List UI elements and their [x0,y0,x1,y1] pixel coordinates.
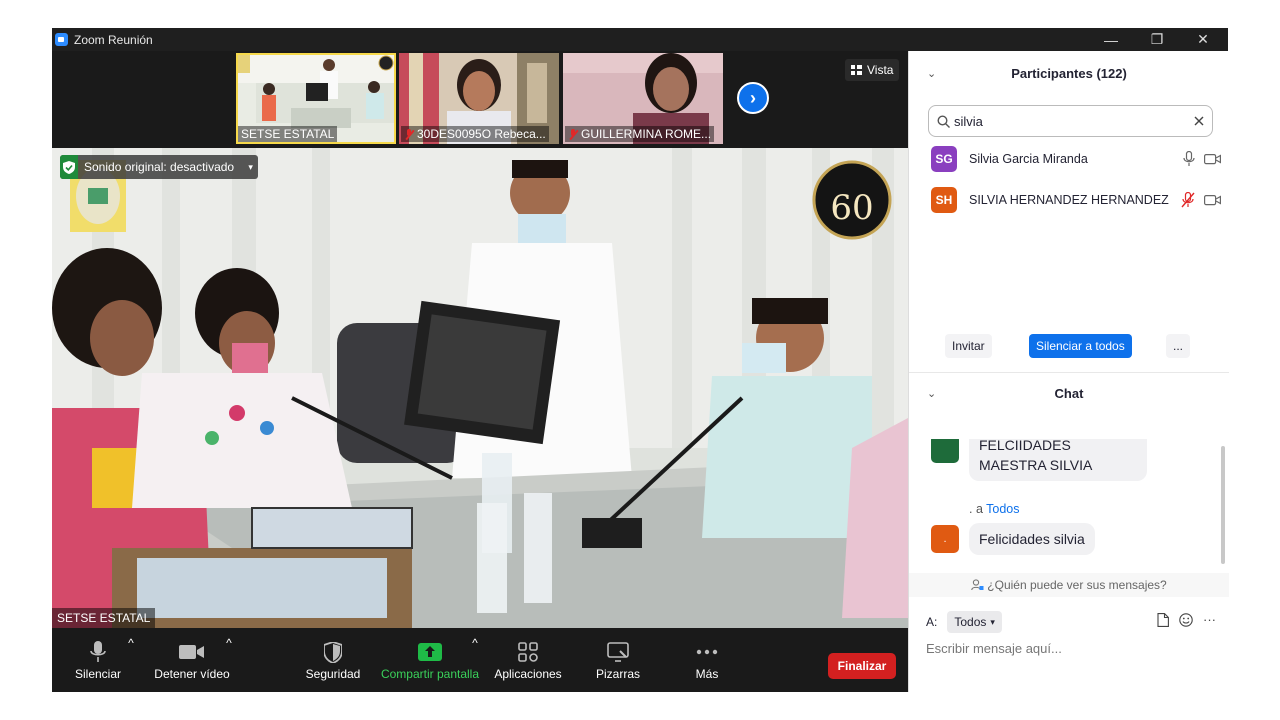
recipient-dropdown[interactable]: Todos ▾ [947,611,1002,633]
participant-name: SILVIA HERNANDEZ HERNANDEZ [969,193,1169,207]
original-sound-indicator[interactable]: Sonido original: desactivado ▾ [60,155,259,179]
mute-button[interactable]: Silenciar [72,628,124,692]
more-dots-icon[interactable]: ··· [1203,612,1216,627]
share-screen-button[interactable]: Compartir pantalla [378,628,482,692]
chat-message: Felicidades silvia [969,523,1095,555]
video-options-caret[interactable]: ^ [223,628,235,658]
chat-message-input[interactable]: Escribir mensaje aquí... [926,641,1062,656]
title-bar: Zoom Reunión — ❐ ✕ [52,28,1228,51]
emoji-icon[interactable] [1179,612,1193,627]
video-thumbnail[interactable]: 30DES0095O Rebeca... [399,53,559,144]
participants-header: ⌄ Participantes (122) [909,55,1229,91]
divider [909,372,1229,373]
avatar: SH [931,187,957,213]
microphone-icon [90,639,106,665]
chat-message: FELCIIDADES MAESTRA SILVIA [969,439,1147,481]
anniversary-badge: 60 [830,188,874,228]
chevron-down-icon[interactable]: ⌄ [927,387,936,400]
avatar: SG [931,146,957,172]
speaker-name-label: SETSE ESTATAL [52,608,156,628]
shield-check-icon [60,155,78,179]
chevron-down-icon: ▾ [990,616,995,627]
meeting-room-image [52,148,908,628]
chevron-right-icon: › [750,87,756,108]
avatar: . [931,525,959,553]
more-dots-icon [696,639,718,665]
apps-icon [518,639,538,665]
video-camera-icon[interactable] [1204,153,1221,165]
view-button[interactable]: Vista [845,59,900,81]
thumbnail-label: SETSE ESTATAL [238,126,338,142]
thumbnail-label: 30DES0095O Rebeca... [401,126,549,142]
zoom-app-icon [55,33,68,46]
chat-messages: FELCIIDADES MAESTRA SILVIA . a Todos . F… [909,439,1229,569]
shield-icon [324,639,342,665]
video-camera-icon [179,639,205,665]
security-button[interactable]: Seguridad [302,628,364,692]
microphone-muted-icon[interactable] [1181,192,1195,208]
close-button[interactable]: ✕ [1180,28,1226,51]
share-screen-icon [418,639,442,665]
side-panel: ⌄ Participantes (122) silvia SG Silvia G… [908,51,1229,692]
share-options-caret[interactable]: ^ [469,628,481,658]
clear-search-icon[interactable] [1194,116,1204,126]
zoom-window: Zoom Reunión — ❐ ✕ SETSE ESTATAL 30DES00… [52,28,1229,692]
chevron-down-icon[interactable]: ⌄ [927,67,936,80]
mute-options-caret[interactable]: ^ [125,628,137,658]
participant-name: Silvia Garcia Miranda [969,152,1088,166]
who-can-see-messages[interactable]: ¿Quién puede ver sus mensajes? [909,573,1229,597]
recipient-link[interactable]: Todos [986,502,1019,516]
end-meeting-button[interactable]: Finalizar [828,653,896,679]
grid-icon [851,65,862,75]
search-icon [937,114,950,128]
person-lock-icon [971,579,984,591]
participant-row[interactable]: SG Silvia Garcia Miranda [931,144,1221,174]
whiteboards-button[interactable]: Pizarras [590,628,646,692]
video-thumbnail[interactable]: SETSE ESTATAL [236,53,396,144]
chat-header: ⌄ Chat [909,375,1229,411]
mic-muted-icon [568,128,578,140]
participant-row[interactable]: SH SILVIA HERNANDEZ HERNANDEZ [931,185,1221,215]
microphone-icon[interactable] [1183,151,1195,167]
thumbnail-strip: SETSE ESTATAL 30DES0095O Rebeca... GUILL… [52,51,908,147]
more-button[interactable]: Más [682,628,732,692]
participant-search-input[interactable]: silvia [928,105,1213,137]
video-camera-icon[interactable] [1204,194,1221,206]
participants-more-button[interactable]: ... [1166,334,1191,358]
avatar [931,439,959,463]
chat-title: Chat [1054,385,1084,401]
file-icon[interactable] [1157,612,1169,627]
chat-message-meta: . a Todos [969,502,1020,516]
minimize-button[interactable]: — [1088,28,1134,51]
participants-title: Participantes (122) [1011,65,1127,81]
chevron-down-icon[interactable]: ▾ [242,155,258,179]
video-area: SETSE ESTATAL 30DES0095O Rebeca... GUILL… [52,51,908,628]
meeting-toolbar: Silenciar ^ Detener vídeo ^ Seguridad Co… [52,628,908,692]
stop-video-button[interactable]: Detener vídeo [152,628,232,692]
search-value: silvia [954,113,983,129]
next-page-button[interactable]: › [737,82,769,114]
chat-recipient-row: A: Todos ▾ ··· [926,610,1216,634]
main-video: Sonido original: desactivado ▾ 60 SETSE … [52,148,908,628]
mic-muted-icon [404,128,414,140]
window-title: Zoom Reunión [74,32,153,47]
to-label: A: [926,615,938,629]
invite-button[interactable]: Invitar [945,334,992,358]
restore-button[interactable]: ❐ [1134,28,1180,51]
chat-scrollbar[interactable] [1221,446,1225,564]
video-thumbnail[interactable]: GUILLERMINA ROME... [563,53,723,144]
whiteboard-icon [607,639,629,665]
thumbnail-label: GUILLERMINA ROME... [565,126,715,142]
mute-all-button[interactable]: Silenciar a todos [1029,334,1132,358]
apps-button[interactable]: Aplicaciones [492,628,564,692]
